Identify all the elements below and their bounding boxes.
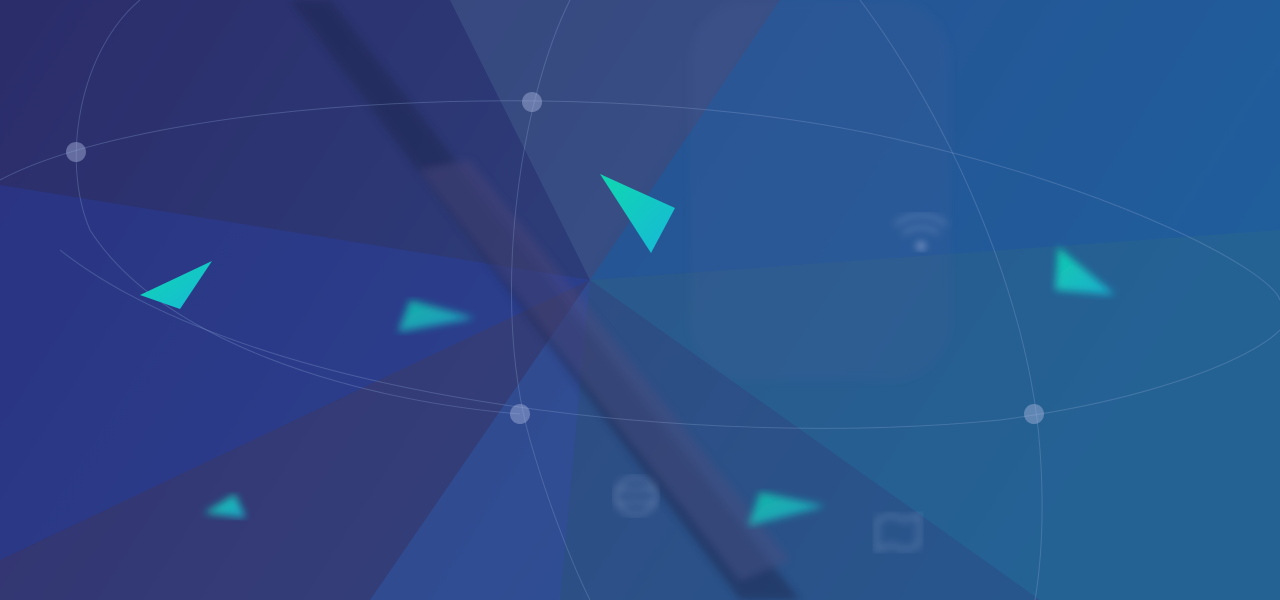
background-graphic — [0, 0, 1280, 600]
hero-banner-background — [0, 0, 1280, 600]
